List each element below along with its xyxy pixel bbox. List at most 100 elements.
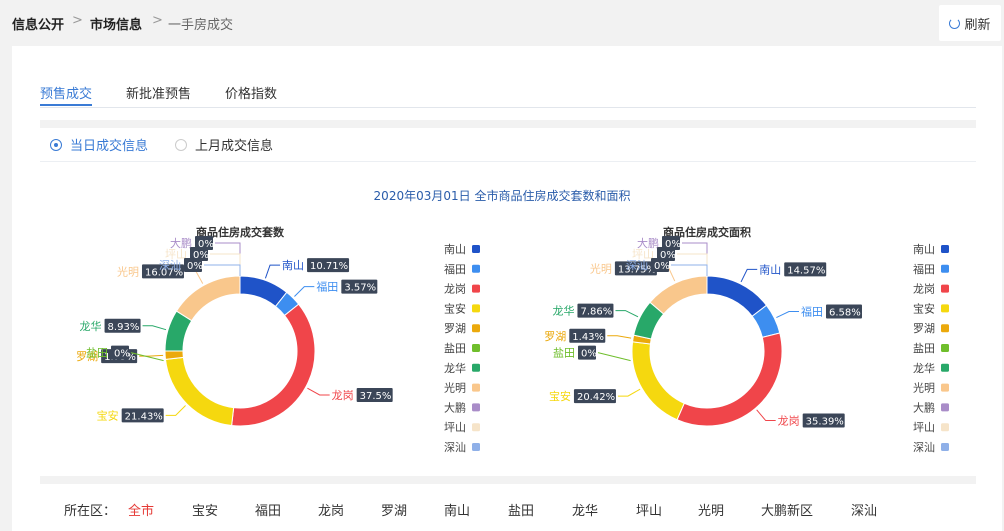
leader-line (204, 264, 241, 276)
slice-label-value: 37.5% (360, 391, 392, 402)
legend-label: 大鹏 (913, 400, 935, 414)
legend-swatch (472, 344, 480, 352)
legend-label: 盐田 (444, 342, 466, 355)
slice-label-value: 20.42% (577, 392, 615, 403)
legend-label: 福田 (913, 262, 935, 276)
legend-label: 盐田 (913, 342, 935, 355)
legend-swatch (941, 264, 949, 273)
legend-label: 坪山 (913, 421, 935, 434)
district-longgang[interactable]: 龙岗 (318, 500, 344, 519)
leader-line (617, 388, 641, 397)
leader-line (671, 264, 708, 276)
leader-line (756, 409, 776, 422)
legend-swatch (941, 304, 949, 313)
district-baoan[interactable]: 宝安 (192, 500, 218, 519)
legend-label: 罗湖 (913, 322, 935, 335)
slice-label-name: 光明 (590, 261, 612, 275)
slice-label-name: 南山 (759, 263, 781, 276)
slice-label-name: 盐田 (553, 347, 575, 360)
slice-label-name: 福田 (801, 305, 823, 319)
district-luohu[interactable]: 罗湖 (381, 500, 407, 519)
legend-label: 宝安 (913, 301, 935, 315)
legend-label: 龙岗 (444, 283, 466, 296)
donut-slice (631, 341, 685, 421)
legend-swatch (941, 383, 949, 392)
donut-slice (649, 275, 708, 315)
legend-label: 深汕 (913, 441, 935, 454)
legend-label: 罗湖 (444, 322, 466, 335)
leader-line (264, 264, 281, 279)
legend-label: 南山 (913, 243, 935, 256)
slice-label-value: 10.71% (310, 261, 348, 272)
slice-label-value: 7.86% (580, 307, 612, 318)
legend-swatch (941, 284, 949, 293)
section-divider (40, 476, 976, 484)
legend-swatch (941, 245, 949, 253)
slice-label-value: 3.57% (344, 283, 376, 294)
legend-label: 坪山 (444, 421, 466, 434)
slice-label-value: 35.39% (806, 417, 844, 428)
district-filter-label: 所在区： (64, 504, 117, 519)
legend-swatch (472, 304, 480, 313)
district-all-city[interactable]: 全市 (128, 500, 154, 519)
leader-line (597, 352, 631, 362)
slice-label-value: 0% (581, 349, 597, 360)
legend-label: 龙华 (913, 361, 935, 375)
district-futian[interactable]: 福田 (255, 500, 281, 519)
legend-swatch (472, 324, 480, 333)
slice-label-value: 1.43% (572, 332, 604, 343)
slice-label-value: 0% (654, 261, 670, 272)
legend-swatch (472, 284, 480, 293)
legend-swatch (941, 344, 949, 352)
district-guangming[interactable]: 光明 (698, 500, 724, 519)
legend-label: 南山 (444, 243, 466, 256)
legend-swatch (941, 324, 949, 333)
district-pingshan[interactable]: 坪山 (636, 500, 662, 519)
legend-label: 深汕 (444, 441, 466, 454)
slice-label-name: 深汕 (626, 259, 648, 272)
legend-label: 大鹏 (444, 400, 466, 414)
slice-label-name: 福田 (316, 280, 338, 294)
slice-label-value: 0% (114, 349, 130, 360)
donut-slice (175, 275, 241, 322)
legend-label: 光明 (444, 381, 466, 395)
leader-line (165, 405, 186, 416)
district-yantian[interactable]: 盐田 (508, 500, 534, 519)
slice-label-name: 龙华 (552, 304, 574, 318)
slice-label-value: 0% (187, 261, 203, 272)
district-nanshan[interactable]: 南山 (444, 500, 470, 519)
slice-label-value: 6.58% (829, 308, 861, 319)
leader-line (215, 242, 241, 276)
slice-label-value: 8.93% (108, 322, 140, 333)
donut-slice (164, 350, 184, 360)
slice-label-name: 宝安 (97, 408, 119, 422)
leader-line (607, 335, 632, 339)
legend-swatch (472, 264, 480, 273)
legend-label: 福田 (444, 262, 466, 276)
legend-label: 龙华 (444, 361, 466, 375)
slice-label-name: 盐田 (86, 347, 108, 360)
donut-slice (706, 275, 768, 317)
slice-label-value: 21.43% (125, 411, 163, 422)
slice-label-value: 14.57% (787, 265, 825, 276)
slice-label-name: 罗湖 (544, 330, 566, 343)
donut-slice (676, 332, 783, 427)
legend-swatch (941, 403, 949, 412)
leader-line (740, 268, 758, 283)
slice-label-name: 龙岗 (778, 415, 800, 428)
leader-line (142, 325, 167, 331)
district-dapeng-new-district[interactable]: 大鹏新区 (761, 500, 813, 519)
donut-slice (231, 303, 316, 427)
leader-line (615, 310, 639, 318)
leader-line (682, 242, 708, 276)
legend-label: 宝安 (444, 301, 466, 315)
district-shenshan[interactable]: 深汕 (851, 500, 877, 519)
legend-swatch (472, 383, 480, 392)
slice-label-name: 光明 (117, 264, 139, 278)
district-longhua[interactable]: 龙华 (572, 500, 598, 519)
legend-swatch (941, 443, 949, 451)
legend-label: 光明 (913, 381, 935, 395)
legend-swatch (941, 423, 949, 432)
slice-label-name: 龙华 (80, 319, 102, 333)
leader-line (307, 387, 330, 396)
